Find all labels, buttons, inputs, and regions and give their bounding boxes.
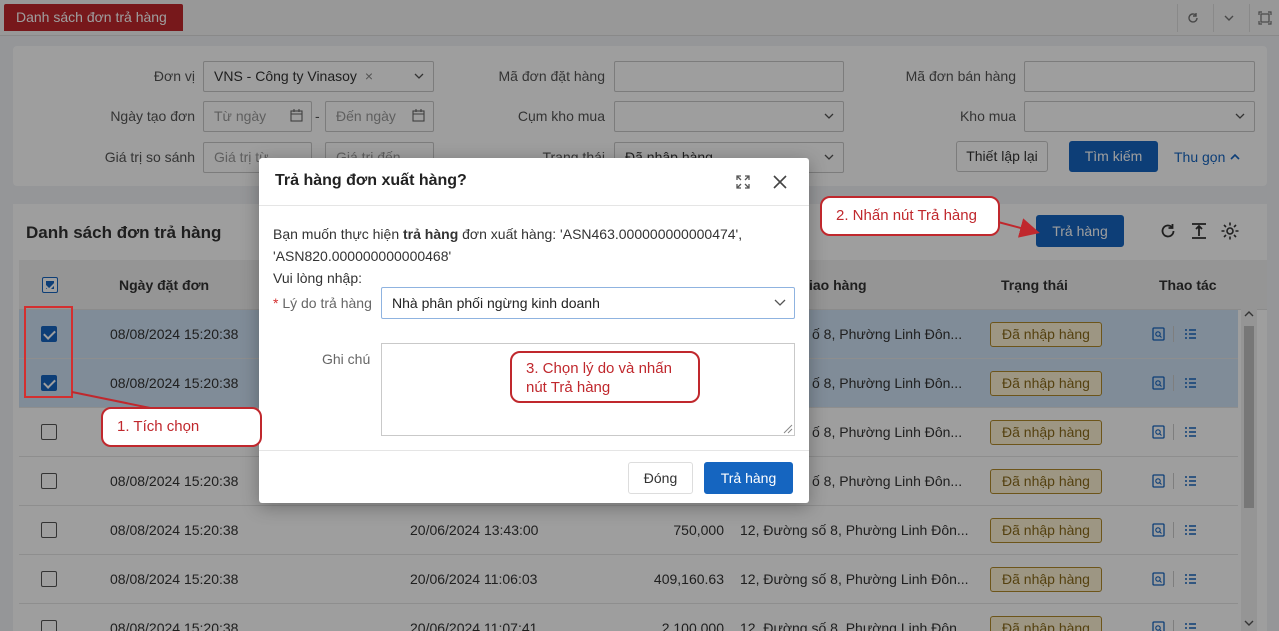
reason-label: * Lý do trả hàng xyxy=(273,295,372,311)
modal-header: Trả hàng đơn xuất hàng? xyxy=(259,158,809,206)
callout-step3-line1: 3. Chọn lý do và nhấn xyxy=(526,360,672,377)
callout-step2: 2. Nhấn nút Trả hàng xyxy=(820,196,1000,236)
close-icon[interactable] xyxy=(772,174,788,193)
callout-step3-line2: nút Trả hàng xyxy=(526,379,611,396)
selection-highlight-box xyxy=(24,306,73,398)
msg-prompt: Vui lòng nhập: xyxy=(273,270,362,286)
modal-footer: Đóng Trả hàng xyxy=(259,450,809,503)
callout-step1: 1. Tích chọn xyxy=(101,407,262,447)
msg-suffix: đơn xuất hàng: 'ASN463.000000000000474', xyxy=(458,226,743,242)
callout-step3: 3. Chọn lý do và nhấn nút Trả hàng xyxy=(510,351,700,403)
modal-message: Bạn muốn thực hiện trả hàng đơn xuất hàn… xyxy=(273,223,793,289)
msg-bold: trả hàng xyxy=(403,226,459,242)
required-mark: * xyxy=(273,295,279,311)
expand-icon[interactable] xyxy=(735,174,751,193)
reason-label-text: Lý do trả hàng xyxy=(282,295,372,311)
reason-value: Nhà phân phối ngừng kinh doanh xyxy=(392,295,600,311)
msg-line2: 'ASN820.000000000000468' xyxy=(273,248,452,264)
return-modal: Trả hàng đơn xuất hàng? Bạn muốn thực hi… xyxy=(259,158,809,503)
modal-title: Trả hàng đơn xuất hàng? xyxy=(275,172,467,189)
chevron-down-icon xyxy=(774,288,786,329)
resize-handle-icon xyxy=(783,424,793,434)
note-label: Ghi chú xyxy=(322,351,371,367)
msg-prefix: Bạn muốn thực hiện xyxy=(273,226,404,242)
confirm-return-button[interactable]: Trả hàng xyxy=(704,462,793,494)
reason-select[interactable]: Nhà phân phối ngừng kinh doanh xyxy=(381,287,795,319)
close-button[interactable]: Đóng xyxy=(628,462,693,494)
